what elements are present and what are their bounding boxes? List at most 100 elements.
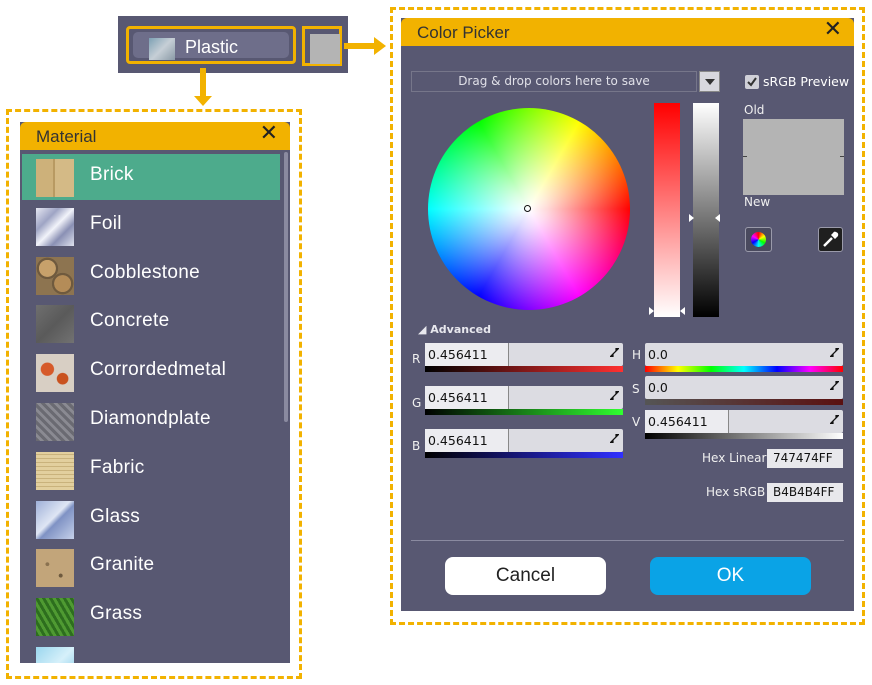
advanced-label-text: Advanced (430, 323, 491, 336)
green-channel-gradient (425, 409, 623, 415)
old-color-label: Old (744, 103, 765, 117)
material-item-label: Brick (90, 164, 134, 185)
red-channel-label: R (412, 352, 421, 366)
hex-srgb-input[interactable]: B4B4B4FF (767, 483, 843, 502)
value-marker (715, 214, 720, 222)
hue-channel-gradient (645, 366, 843, 372)
color-swatch-button[interactable] (302, 26, 342, 66)
concrete-texture-icon (36, 305, 74, 344)
close-icon[interactable]: ✕ (824, 17, 842, 42)
corroded-metal-texture-icon (36, 354, 74, 393)
triangle-expand-icon: ◢ (418, 323, 431, 336)
ok-button[interactable]: OK (650, 557, 811, 595)
material-panel-header: Material ✕ (20, 122, 290, 150)
current-material-label: Plastic (185, 37, 239, 57)
close-icon[interactable]: ✕ (260, 122, 278, 146)
value-channel-field[interactable]: 0.456411 (645, 410, 843, 433)
eyedropper-icon (823, 231, 839, 247)
saturation-channel-label: S (632, 382, 640, 396)
material-item-glass[interactable]: Glass (22, 496, 280, 542)
diamondplate-texture-icon (36, 403, 74, 441)
green-channel-value: 0.456411 (428, 390, 488, 405)
expand-arrow-icon (830, 348, 839, 357)
material-item-label: Diamondplate (90, 408, 211, 429)
foil-texture-icon (36, 207, 74, 246)
cobblestone-texture-icon (36, 256, 74, 295)
material-item-diamondplate[interactable]: Diamondplate (22, 398, 280, 444)
material-panel: Material ✕ Brick Foil Cobblestone Concrete C… (20, 122, 290, 663)
hex-linear-input[interactable]: 747474FF (767, 449, 843, 468)
brick-texture-icon (36, 159, 74, 197)
value-slider[interactable] (693, 103, 719, 317)
cancel-button[interactable]: Cancel (445, 557, 606, 595)
color-wheel-toggle-button[interactable] (745, 227, 772, 252)
material-scrollbar[interactable] (284, 152, 288, 422)
green-channel-label: G (412, 396, 422, 410)
expand-arrow-icon (610, 348, 619, 357)
expand-arrow-icon (610, 434, 619, 443)
color-wheel-icon (751, 232, 766, 247)
new-color-label: New (744, 195, 771, 209)
material-item-concrete[interactable]: Concrete (22, 300, 280, 346)
material-item-label: Fabric (90, 456, 145, 478)
value-marker (689, 214, 694, 222)
material-item-label: Cobblestone (90, 261, 200, 283)
value-channel-gradient (645, 433, 843, 439)
material-item-partial[interactable] (22, 642, 280, 663)
hex-srgb-label: Hex sRGB (706, 485, 766, 499)
saturation-slider[interactable] (654, 103, 680, 317)
material-item-fabric[interactable]: Fabric (22, 447, 280, 493)
saturation-channel-field[interactable]: 0.0 (645, 376, 843, 399)
material-item-label: Granite (90, 554, 155, 576)
expand-arrow-icon (830, 415, 839, 424)
color-picker-title: Color Picker (417, 23, 510, 42)
hue-channel-label: H (632, 348, 642, 362)
saturation-channel-value: 0.0 (648, 380, 668, 395)
color-wheel-cursor[interactable] (524, 205, 531, 212)
arrow-down-icon (194, 96, 212, 106)
old-new-color-preview (743, 119, 844, 195)
material-item-label: Corrordedmetal (90, 359, 227, 381)
material-item-label: Concrete (90, 310, 170, 332)
material-item-corrordedmetal[interactable]: Corrordedmetal (22, 349, 280, 395)
granite-texture-icon (36, 549, 74, 588)
expand-arrow-icon (830, 381, 839, 390)
hue-channel-value: 0.0 (648, 347, 668, 362)
eyedropper-button[interactable] (818, 227, 843, 252)
ice-texture-icon (36, 647, 74, 663)
material-item-cobblestone[interactable]: Cobblestone (22, 252, 280, 298)
divider (411, 540, 844, 541)
saturation-marker (649, 307, 654, 315)
value-channel-label: V (632, 415, 641, 429)
fabric-texture-icon (36, 451, 74, 490)
material-item-foil[interactable]: Foil (22, 203, 280, 249)
plastic-texture-icon (149, 38, 175, 60)
material-item-label: Glass (90, 505, 141, 527)
chevron-down-icon[interactable] (699, 71, 720, 92)
blue-channel-field[interactable]: 0.456411 (425, 429, 623, 452)
material-item-label: Grass (90, 603, 143, 625)
expand-arrow-icon (610, 391, 619, 400)
hex-linear-label: Hex Linear (702, 451, 767, 465)
red-channel-gradient (425, 366, 623, 372)
connector-line (344, 43, 376, 49)
green-channel-field[interactable]: 0.456411 (425, 386, 623, 409)
material-item-brick[interactable]: Brick (22, 154, 280, 200)
material-item-grass[interactable]: Grass (22, 593, 280, 639)
color-drop-zone[interactable]: Drag & drop colors here to save (411, 71, 697, 92)
grass-texture-icon (36, 598, 74, 637)
color-picker-dialog: Color Picker ✕ (401, 17, 854, 611)
blue-channel-label: B (412, 439, 421, 453)
material-dropdown-button[interactable]: Plastic (126, 26, 296, 64)
saturation-channel-gradient (645, 399, 843, 405)
value-channel-value: 0.456411 (648, 414, 708, 429)
red-channel-field[interactable]: 0.456411 (425, 343, 623, 366)
material-item-granite[interactable]: Granite (22, 544, 280, 590)
connector-line (200, 68, 206, 98)
material-dropdown-body: Plastic (133, 32, 289, 60)
red-channel-value: 0.456411 (428, 347, 488, 362)
hue-channel-field[interactable]: 0.0 (645, 343, 843, 366)
srgb-preview-checkbox[interactable] (745, 75, 759, 89)
saturation-marker (680, 307, 685, 315)
advanced-section-label[interactable]: ◢ Advanced (418, 323, 491, 336)
